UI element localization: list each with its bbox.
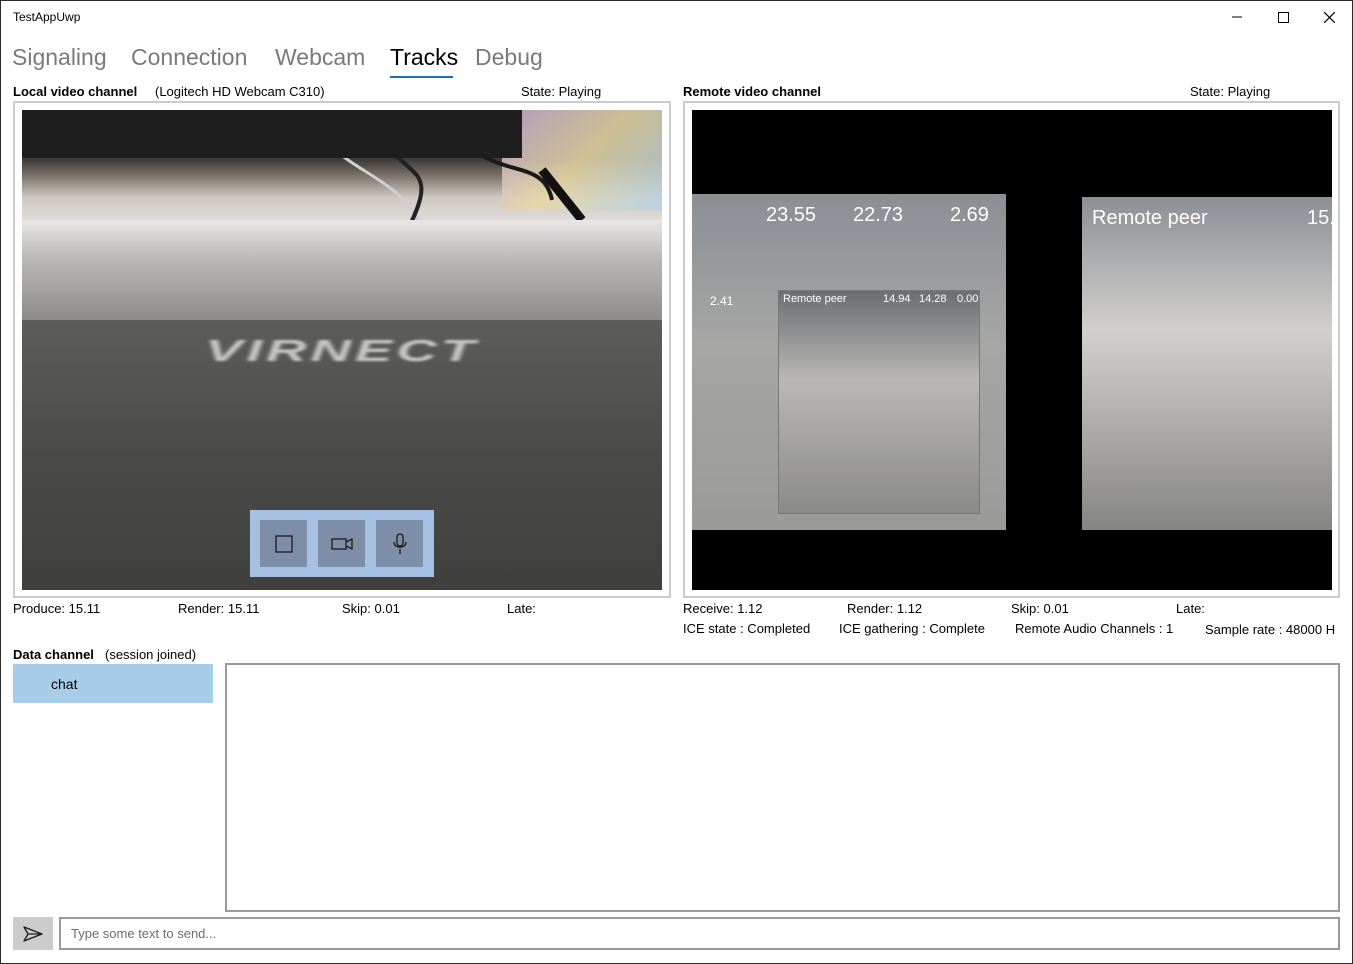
local-skip-stat: Skip: 0.01 — [342, 601, 400, 616]
local-video-title: Local video channel — [13, 84, 138, 99]
overlay-peer-number: 15. — [1307, 207, 1332, 229]
minimize-button[interactable] — [1214, 2, 1260, 32]
desk-surface — [22, 220, 662, 320]
message-input[interactable] — [59, 917, 1340, 950]
sample-rate: Sample rate : 48000 H — [1205, 622, 1336, 637]
tab-signaling[interactable]: Signaling — [12, 44, 107, 71]
overlay-number-3: 2.69 — [950, 204, 989, 226]
camera-toggle-button[interactable] — [318, 520, 365, 567]
microphone-icon — [392, 532, 407, 554]
maximize-button[interactable] — [1260, 2, 1306, 32]
remote-render-stat: Render: 1.12 — [847, 601, 923, 616]
microphone-toggle-button[interactable] — [376, 520, 423, 567]
stop-button[interactable] — [260, 520, 307, 567]
inner-number-3: 0.00 — [957, 293, 979, 305]
window-title: TestAppUwp — [13, 10, 81, 24]
tab-tracks[interactable]: Tracks — [390, 44, 458, 71]
title-bar: TestAppUwp — [1, 1, 1352, 33]
remote-receive-stat: Receive: 1.12 — [683, 601, 763, 616]
maximize-icon — [1277, 11, 1289, 23]
local-device-name: (Logitech HD Webcam C310) — [155, 84, 325, 99]
remote-video-title: Remote video channel — [683, 84, 821, 99]
local-late-stat: Late: — [507, 601, 536, 616]
local-produce-stat: Produce: 15.11 — [13, 601, 101, 616]
data-channel-title: Data channel — [13, 647, 94, 662]
camera-icon — [330, 537, 353, 550]
send-button[interactable] — [13, 917, 53, 950]
ice-state: ICE state : Completed — [683, 621, 811, 636]
remote-frame-right: Remote peer 15. — [1082, 197, 1332, 530]
send-icon — [23, 925, 43, 942]
stop-icon — [274, 534, 293, 553]
tab-webcam[interactable]: Webcam — [275, 44, 365, 71]
tab-connection[interactable]: Connection — [131, 44, 247, 71]
message-log[interactable] — [225, 663, 1340, 912]
remote-late-stat: Late: — [1176, 601, 1205, 616]
close-icon — [1323, 11, 1335, 23]
close-button[interactable] — [1306, 2, 1352, 32]
remote-skip-stat: Skip: 0.01 — [1011, 601, 1069, 616]
remote-audio-channels: Remote Audio Channels : 1 — [1015, 621, 1174, 636]
remote-state: State: Playing — [1190, 84, 1271, 99]
channel-list-item-chat[interactable]: chat — [13, 664, 213, 703]
minimize-icon — [1232, 16, 1242, 18]
active-tab-indicator — [390, 76, 453, 78]
remote-video: 23.55 22.73 2.69 2.41 Remote peer 14.94 … — [692, 110, 1332, 590]
sample-rate-container: Sample rate : 48000 H — [1205, 621, 1340, 639]
tab-debug[interactable]: Debug — [475, 44, 543, 71]
inner-number-2: 14.28 — [919, 293, 947, 305]
data-channel-status: (session joined) — [105, 647, 197, 662]
overlay-number-1: 23.55 — [766, 204, 817, 226]
remote-frame-inner: Remote peer 14.94 14.28 0.00 — [778, 290, 980, 514]
video-brand-text: VIRNECT — [205, 333, 479, 368]
channel-label: chat — [51, 676, 78, 692]
ice-gathering: ICE gathering : Complete — [839, 621, 985, 636]
local-state: State: Playing — [521, 84, 602, 99]
local-render-stat: Render: 15.11 — [178, 601, 260, 616]
overlay-side-number: 2.41 — [710, 294, 734, 308]
inner-number-1: 14.94 — [883, 293, 911, 305]
overlay-number-2: 22.73 — [853, 204, 904, 226]
overlay-peer-label: Remote peer — [1092, 207, 1208, 229]
media-control-bar — [250, 510, 434, 577]
inner-peer-label: Remote peer — [783, 293, 847, 305]
